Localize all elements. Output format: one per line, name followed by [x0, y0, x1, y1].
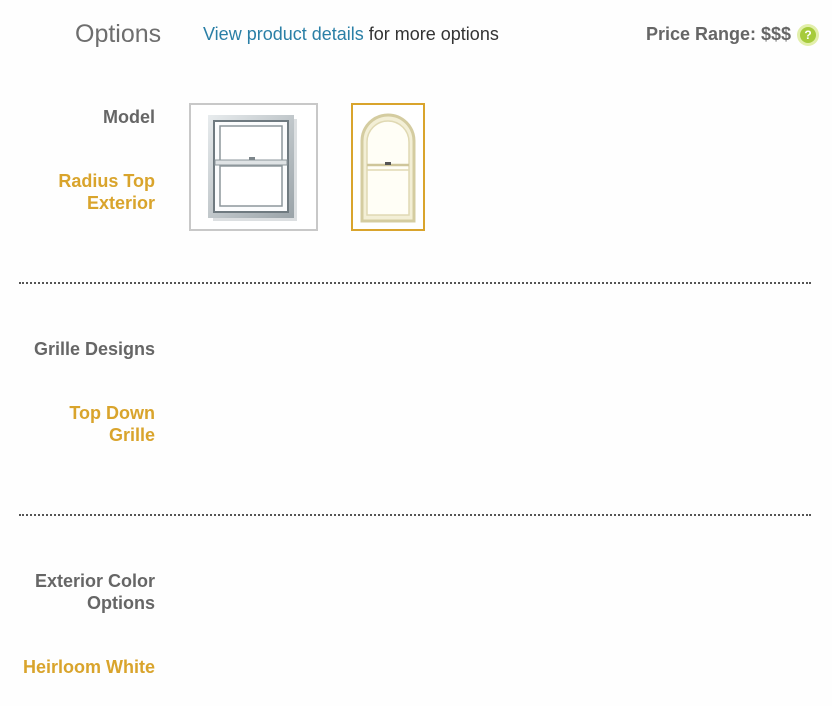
- exterior-color-label-line2: Options: [87, 593, 155, 613]
- header-details-line: View product details for more options: [203, 24, 499, 45]
- view-product-details-link[interactable]: View product details: [203, 24, 364, 44]
- model-label: Model: [103, 107, 155, 127]
- exterior-color-label: Exterior Color Options: [0, 570, 155, 614]
- exterior-color-label-line1: Exterior Color: [34, 571, 155, 591]
- model-option-radius-top[interactable]: [351, 103, 425, 231]
- section-divider: [19, 514, 811, 516]
- model-selected-line1: Radius Top: [58, 171, 155, 191]
- grille-selected-line1: Top Down: [69, 403, 155, 423]
- model-selected-value: Radius Top Exterior: [0, 170, 155, 214]
- model-selected-line2: Exterior: [86, 193, 155, 213]
- help-glyph: ?: [800, 27, 816, 43]
- grille-designs-label: Grille Designs: [33, 339, 155, 359]
- details-suffix: for more options: [363, 24, 499, 44]
- double-hung-window-icon: [208, 115, 297, 221]
- section-divider: [19, 282, 811, 284]
- radius-top-window-icon: [360, 113, 416, 223]
- grille-selected-line2: Grille: [108, 425, 155, 445]
- help-icon[interactable]: ?: [797, 24, 819, 46]
- options-title: Options: [75, 20, 162, 48]
- model-option-double-hung[interactable]: [189, 103, 318, 231]
- exterior-color-selected-value: Heirloom White: [22, 657, 155, 677]
- grille-selected-value: Top Down Grille: [0, 402, 155, 446]
- price-range: Price Range: $$$: [646, 24, 792, 44]
